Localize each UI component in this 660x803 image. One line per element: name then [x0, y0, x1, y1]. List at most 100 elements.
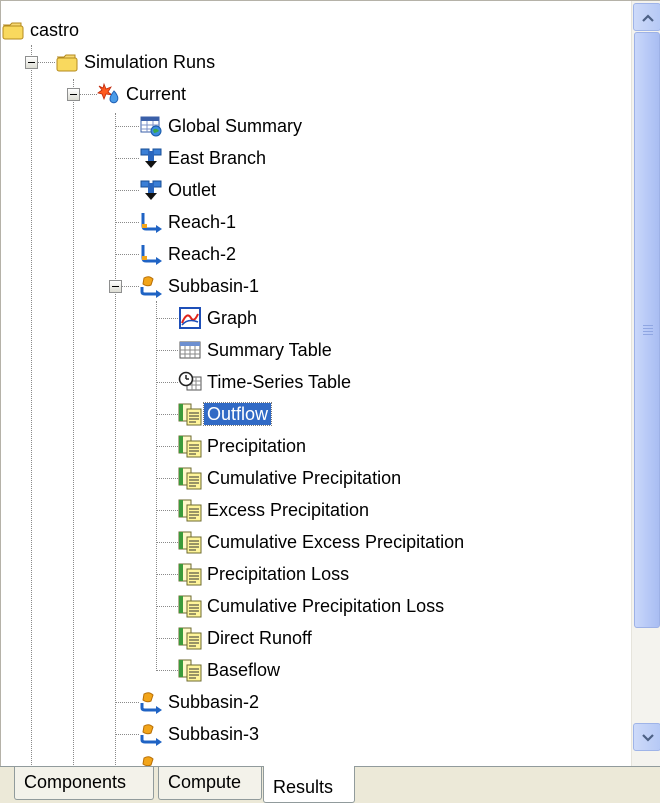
tree-connector [37, 62, 55, 63]
tree-node-label: Reach-1 [168, 212, 237, 232]
tree-connector [115, 190, 139, 191]
tree-node-outflow[interactable]: Outflow [178, 400, 273, 428]
time-series-icon [178, 626, 202, 650]
tree-node-label: Graph [207, 308, 258, 328]
chevron-down-icon [642, 734, 654, 742]
scroll-down-button[interactable] [633, 723, 660, 751]
results-tree-panel: castro Simulation Runs Current Global Su… [0, 0, 660, 767]
scrollbar-grip [643, 325, 653, 337]
collapse-toggle-current[interactable] [67, 88, 80, 101]
reach-icon [139, 210, 163, 234]
results-tree[interactable]: castro Simulation Runs Current Global Su… [1, 1, 631, 767]
tree-node-subbasin-3[interactable]: Subbasin-3 [139, 720, 262, 748]
tree-connector [79, 94, 97, 95]
tree-node-castro[interactable]: castro [1, 16, 82, 44]
tree-node-global-summary[interactable]: Global Summary [139, 112, 305, 140]
tree-node-reach-2[interactable]: Reach-2 [139, 240, 239, 268]
scroll-up-button[interactable] [633, 3, 660, 31]
tree-node-excess-precipitation[interactable]: Excess Precipitation [178, 496, 372, 524]
junction-icon [139, 178, 163, 202]
tree-node-reach-1[interactable]: Reach-1 [139, 208, 239, 236]
tree-node-label: Excess Precipitation [207, 500, 370, 520]
tree-node-east-branch[interactable]: East Branch [139, 144, 269, 172]
tree-node-label: East Branch [168, 148, 267, 168]
time-series-icon [178, 498, 202, 522]
tree-node-label: Subbasin-1 [168, 276, 260, 296]
tree-node-outlet[interactable]: Outlet [139, 176, 219, 204]
tree-node-baseflow[interactable]: Baseflow [178, 656, 283, 684]
tab-results[interactable]: Results [263, 766, 355, 803]
tree-connector [73, 79, 74, 767]
tree-node-label: castro [30, 20, 80, 40]
tree-node-label: Precipitation [207, 436, 307, 456]
tab-bar: Components Compute Results [0, 766, 660, 803]
junction-icon [139, 146, 163, 170]
global-summary-icon [139, 114, 163, 138]
tree-node-simulation-runs[interactable]: Simulation Runs [55, 48, 218, 76]
time-series-icon [178, 562, 202, 586]
time-series-icon [178, 594, 202, 618]
tree-connector [121, 286, 139, 287]
vertical-scrollbar[interactable] [631, 1, 660, 767]
tree-node-partial[interactable] [139, 752, 165, 767]
tree-connector [156, 301, 157, 671]
tree-node-label: Cumulative Excess Precipitation [207, 532, 465, 552]
tree-connector [115, 254, 139, 255]
tree-node-cumulative-precipitation-loss[interactable]: Cumulative Precipitation Loss [178, 592, 447, 620]
tree-node-subbasin-2[interactable]: Subbasin-2 [139, 688, 262, 716]
time-series-table-icon [178, 370, 202, 394]
scrollbar-thumb[interactable] [634, 32, 660, 628]
tree-node-label: Simulation Runs [84, 52, 216, 72]
tree-node-graph[interactable]: Graph [178, 304, 260, 332]
tree-connector [156, 670, 178, 671]
tree-connector [156, 638, 178, 639]
tree-connector [156, 542, 178, 543]
tree-node-label: Global Summary [168, 116, 303, 136]
run-icon [97, 82, 121, 106]
tab-components[interactable]: Components [14, 767, 154, 800]
tree-node-label: Current [126, 84, 187, 104]
subbasin-icon [139, 274, 163, 298]
collapse-toggle-simulation-runs[interactable] [25, 56, 38, 69]
chevron-up-icon [642, 14, 654, 22]
tree-node-precipitation-loss[interactable]: Precipitation Loss [178, 560, 352, 588]
tree-connector [156, 318, 178, 319]
tree-connector [31, 45, 32, 767]
tree-node-cumulative-precipitation[interactable]: Cumulative Precipitation [178, 464, 404, 492]
tree-connector [115, 222, 139, 223]
tree-connector [156, 478, 178, 479]
tree-node-label: Subbasin-2 [168, 692, 260, 712]
graph-icon [178, 306, 202, 330]
tree-node-time-series-table[interactable]: Time-Series Table [178, 368, 354, 396]
time-series-icon [178, 434, 202, 458]
tree-connector [156, 382, 178, 383]
tree-node-label: Precipitation Loss [207, 564, 350, 584]
tree-connector [115, 113, 116, 767]
tree-connector [115, 702, 139, 703]
tab-compute[interactable]: Compute [158, 767, 262, 800]
tree-node-direct-runoff[interactable]: Direct Runoff [178, 624, 315, 652]
folder-icon [55, 50, 79, 74]
tree-connector [156, 414, 178, 415]
subbasin-icon [139, 722, 163, 746]
tree-node-current[interactable]: Current [97, 80, 189, 108]
tree-connector [156, 350, 178, 351]
time-series-icon [178, 530, 202, 554]
tree-node-precipitation[interactable]: Precipitation [178, 432, 309, 460]
tree-node-label: Subbasin-3 [168, 724, 260, 744]
folder-icon [1, 18, 25, 42]
tree-node-label: Baseflow [207, 660, 281, 680]
tree-connector [115, 126, 139, 127]
tree-node-subbasin-1[interactable]: Subbasin-1 [139, 272, 262, 300]
tree-node-label: Direct Runoff [207, 628, 312, 648]
table-icon [178, 338, 202, 362]
subbasin-icon [139, 690, 163, 714]
time-series-icon [178, 658, 202, 682]
tree-node-label: Summary Table [207, 340, 332, 360]
tree-node-summary-table[interactable]: Summary Table [178, 336, 335, 364]
tree-connector [156, 574, 178, 575]
collapse-toggle-subbasin-1[interactable] [109, 280, 122, 293]
tree-node-label: Cumulative Precipitation Loss [207, 596, 445, 616]
tree-node-cumulative-excess-precipitation[interactable]: Cumulative Excess Precipitation [178, 528, 467, 556]
time-series-icon [178, 402, 202, 426]
